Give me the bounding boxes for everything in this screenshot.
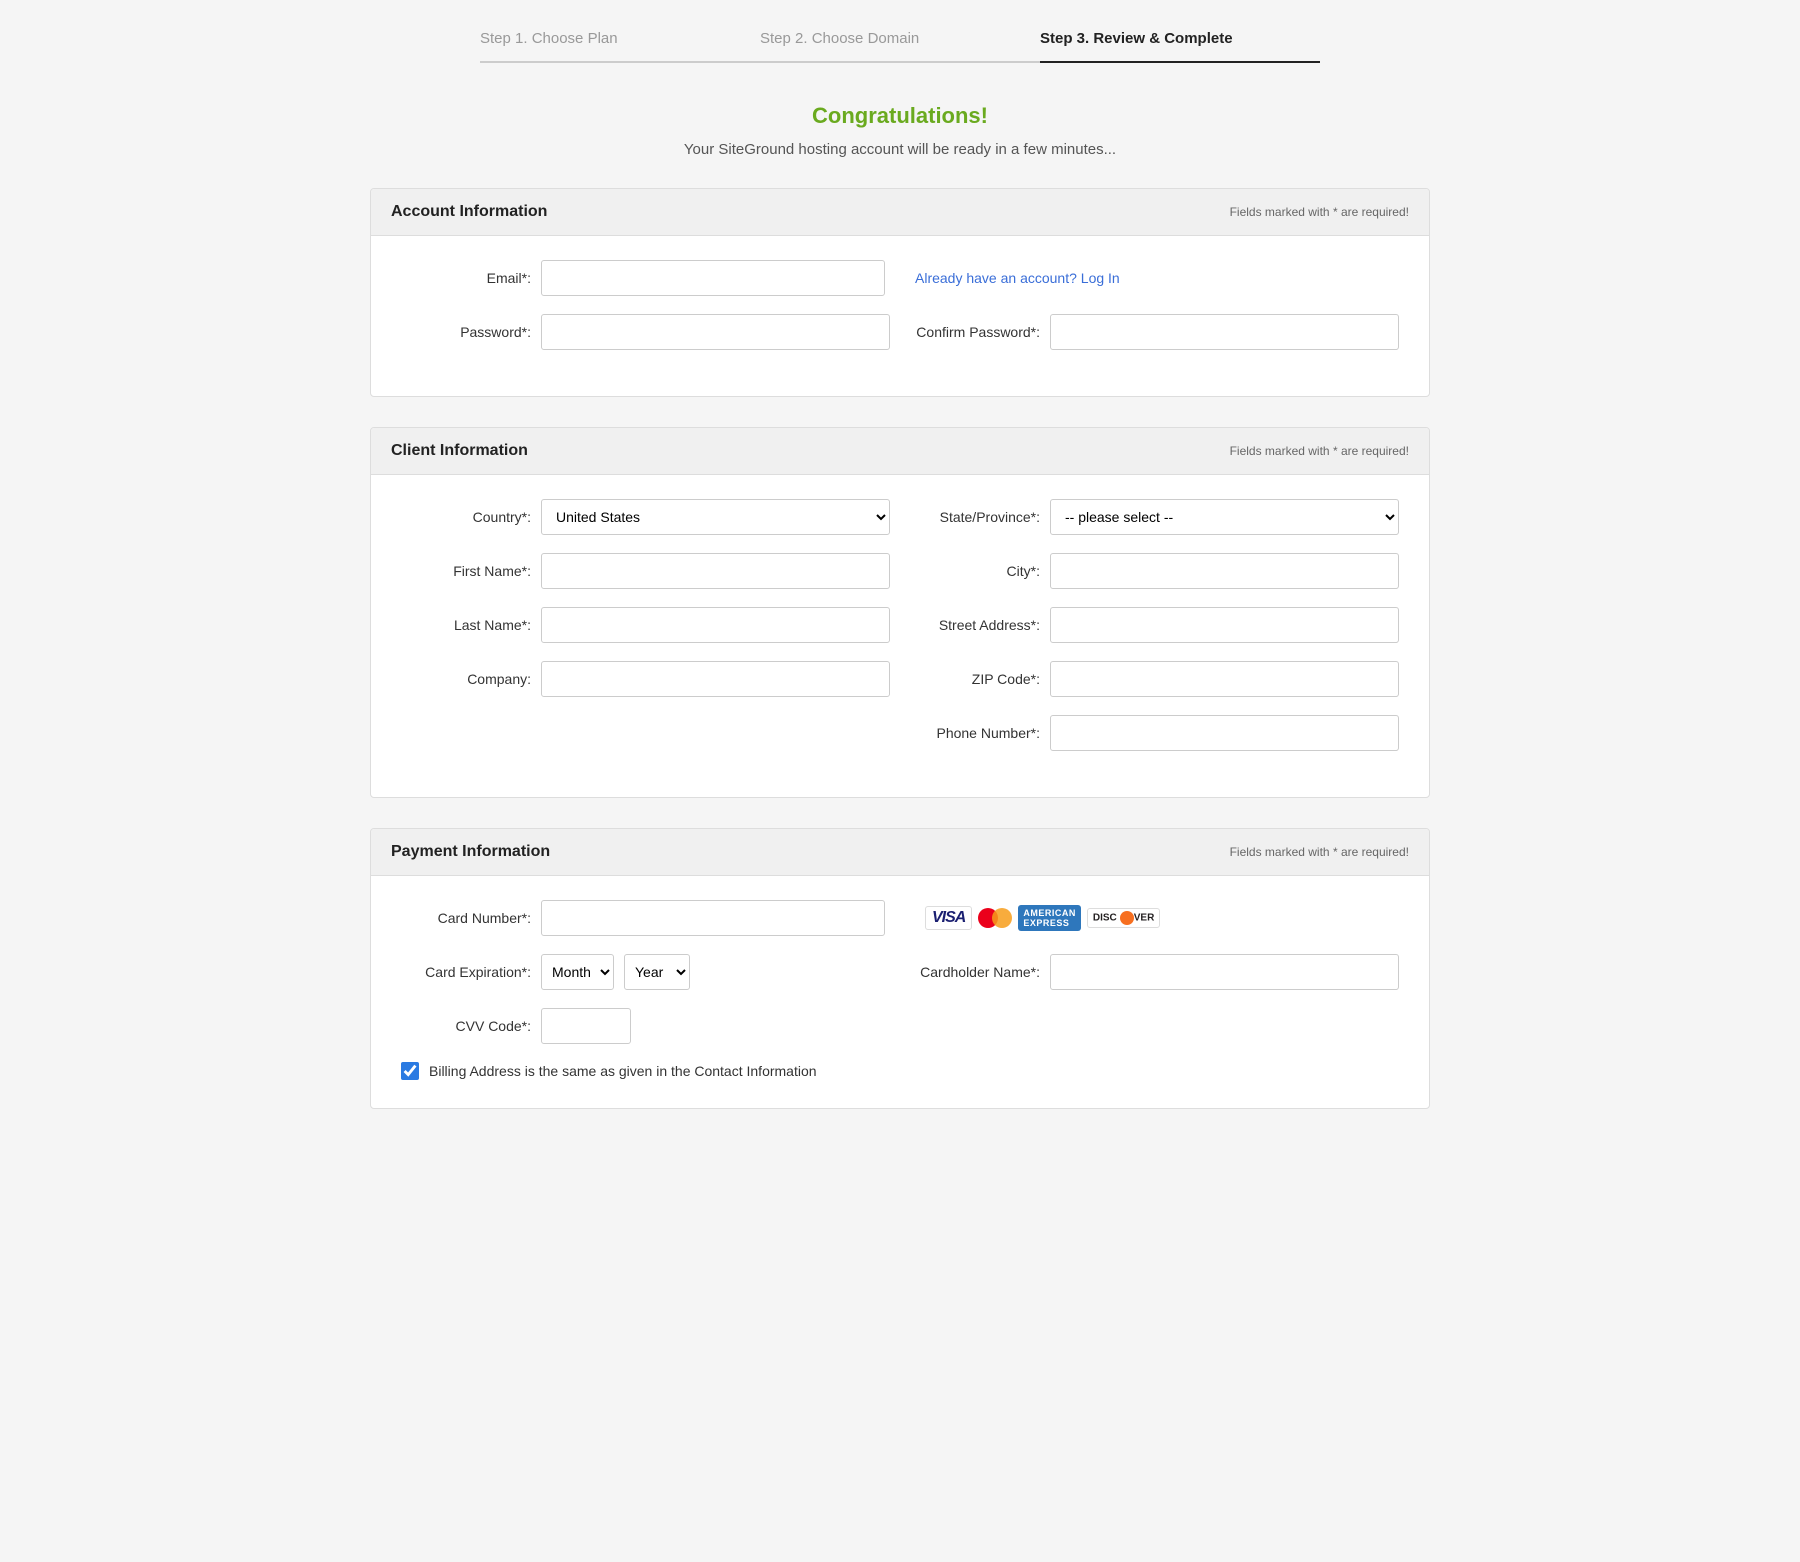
page-wrapper: Step 1. Choose Plan Step 2. Choose Domai… [350, 0, 1450, 1199]
cvv-input[interactable] [541, 1008, 631, 1044]
card-number-col: Card Number*: [401, 900, 885, 936]
client-info-title: Client Information [391, 442, 528, 460]
account-info-header: Account Information Fields marked with *… [371, 189, 1429, 236]
city-input[interactable] [1050, 553, 1399, 589]
company-col: Company: [401, 661, 890, 697]
first-name-label: First Name*: [401, 563, 531, 579]
billing-checkbox-label: Billing Address is the same as given in … [429, 1063, 817, 1079]
year-select[interactable]: Year 202420252026 2027202820292030 [624, 954, 690, 990]
zip-label: ZIP Code*: [910, 671, 1040, 687]
billing-same-checkbox[interactable] [401, 1062, 419, 1080]
account-info-section: Account Information Fields marked with *… [370, 188, 1430, 397]
country-col: Country*: United States Canada United Ki… [401, 499, 890, 535]
step-review-complete-label: Step 3. Review & Complete [1040, 30, 1233, 53]
card-expiration-label: Card Expiration*: [401, 964, 531, 980]
amex-icon: AMERICANEXPRESS [1018, 905, 1081, 931]
step-choose-plan[interactable]: Step 1. Choose Plan [480, 30, 760, 63]
firstname-city-row: First Name*: City*: [401, 553, 1399, 589]
card-number-input[interactable] [541, 900, 885, 936]
account-info-title: Account Information [391, 203, 547, 221]
congrats-title: Congratulations! [370, 103, 1430, 129]
discover-circle [1120, 911, 1134, 925]
street-label: Street Address*: [910, 617, 1040, 633]
cardholder-label: Cardholder Name*: [910, 964, 1040, 980]
first-name-input[interactable] [541, 553, 890, 589]
payment-info-title: Payment Information [391, 843, 550, 861]
card-number-row: Card Number*: VISA AMERICANEXPRESS DISCV… [401, 900, 1399, 936]
confirm-password-input[interactable] [1050, 314, 1399, 350]
payment-info-section: Payment Information Fields marked with *… [370, 828, 1430, 1109]
client-info-note: Fields marked with * are required! [1230, 444, 1409, 458]
country-label: Country*: [401, 509, 531, 525]
mastercard-icon [978, 907, 1012, 929]
company-label: Company: [401, 671, 531, 687]
phone-input[interactable] [1050, 715, 1399, 751]
lastname-col: Last Name*: [401, 607, 890, 643]
cvv-label: CVV Code*: [401, 1018, 531, 1034]
discover-icon: DISCVER [1087, 908, 1160, 928]
account-info-note: Fields marked with * are required! [1230, 205, 1409, 219]
step-choose-plan-label: Step 1. Choose Plan [480, 30, 618, 53]
account-info-body: Email*: Already have an account? Log In … [371, 236, 1429, 396]
lastname-street-row: Last Name*: Street Address*: [401, 607, 1399, 643]
step-choose-domain[interactable]: Step 2. Choose Domain [760, 30, 1040, 63]
zip-col: ZIP Code*: [910, 661, 1399, 697]
email-col: Email*: [401, 260, 885, 296]
visa-icon: VISA [925, 906, 972, 930]
payment-info-header: Payment Information Fields marked with *… [371, 829, 1429, 876]
expiration-cardholder-row: Card Expiration*: Month 010203 040506 07… [401, 954, 1399, 990]
cvv-row: CVV Code*: [401, 1008, 1399, 1044]
company-zip-row: Company: ZIP Code*: [401, 661, 1399, 697]
steps-bar: Step 1. Choose Plan Step 2. Choose Domai… [370, 30, 1430, 63]
company-input[interactable] [541, 661, 890, 697]
card-icons-wrapper: VISA AMERICANEXPRESS DISCVER [905, 905, 1399, 931]
cvv-col: CVV Code*: [401, 1008, 1399, 1044]
client-info-body: Country*: United States Canada United Ki… [371, 475, 1429, 797]
street-input[interactable] [1050, 607, 1399, 643]
zip-input[interactable] [1050, 661, 1399, 697]
country-select[interactable]: United States Canada United Kingdom Aust… [541, 499, 890, 535]
country-state-row: Country*: United States Canada United Ki… [401, 499, 1399, 535]
city-label: City*: [910, 563, 1040, 579]
password-row: Password*: Confirm Password*: [401, 314, 1399, 350]
client-info-section: Client Information Fields marked with * … [370, 427, 1430, 798]
step-review-complete[interactable]: Step 3. Review & Complete [1040, 30, 1320, 63]
mc-circle-orange [992, 908, 1012, 928]
login-link[interactable]: Already have an account? Log In [915, 270, 1120, 286]
email-label: Email*: [401, 270, 531, 286]
card-icons: VISA AMERICANEXPRESS DISCVER [925, 905, 1160, 931]
state-label: State/Province*: [910, 509, 1040, 525]
city-col: City*: [910, 553, 1399, 589]
phone-label: Phone Number*: [910, 725, 1040, 741]
expiration-col: Card Expiration*: Month 010203 040506 07… [401, 954, 890, 990]
card-number-label: Card Number*: [401, 910, 531, 926]
client-info-header: Client Information Fields marked with * … [371, 428, 1429, 475]
last-name-input[interactable] [541, 607, 890, 643]
cardholder-col: Cardholder Name*: [910, 954, 1399, 990]
payment-info-body: Card Number*: VISA AMERICANEXPRESS DISCV… [371, 876, 1429, 1108]
cardholder-input[interactable] [1050, 954, 1399, 990]
password-col: Password*: [401, 314, 890, 350]
state-col: State/Province*: -- please select -- Ala… [910, 499, 1399, 535]
congrats-subtitle: Your SiteGround hosting account will be … [370, 141, 1430, 158]
password-label: Password*: [401, 324, 531, 340]
last-name-label: Last Name*: [401, 617, 531, 633]
email-input[interactable] [541, 260, 885, 296]
firstname-col: First Name*: [401, 553, 890, 589]
confirm-password-col: Confirm Password*: [910, 314, 1399, 350]
email-row: Email*: Already have an account? Log In [401, 260, 1399, 296]
state-select[interactable]: -- please select -- Alabama Alaska Arizo… [1050, 499, 1399, 535]
password-input[interactable] [541, 314, 890, 350]
payment-info-note: Fields marked with * are required! [1230, 845, 1409, 859]
billing-checkbox-row: Billing Address is the same as given in … [401, 1062, 1399, 1080]
phone-col: Phone Number*: [910, 715, 1399, 751]
phone-row: Phone Number*: [401, 715, 1399, 751]
month-select[interactable]: Month 010203 040506 070809 101112 [541, 954, 614, 990]
street-col: Street Address*: [910, 607, 1399, 643]
login-link-wrapper: Already have an account? Log In [905, 270, 1399, 286]
step-choose-domain-label: Step 2. Choose Domain [760, 30, 919, 53]
confirm-password-label: Confirm Password*: [910, 324, 1040, 340]
